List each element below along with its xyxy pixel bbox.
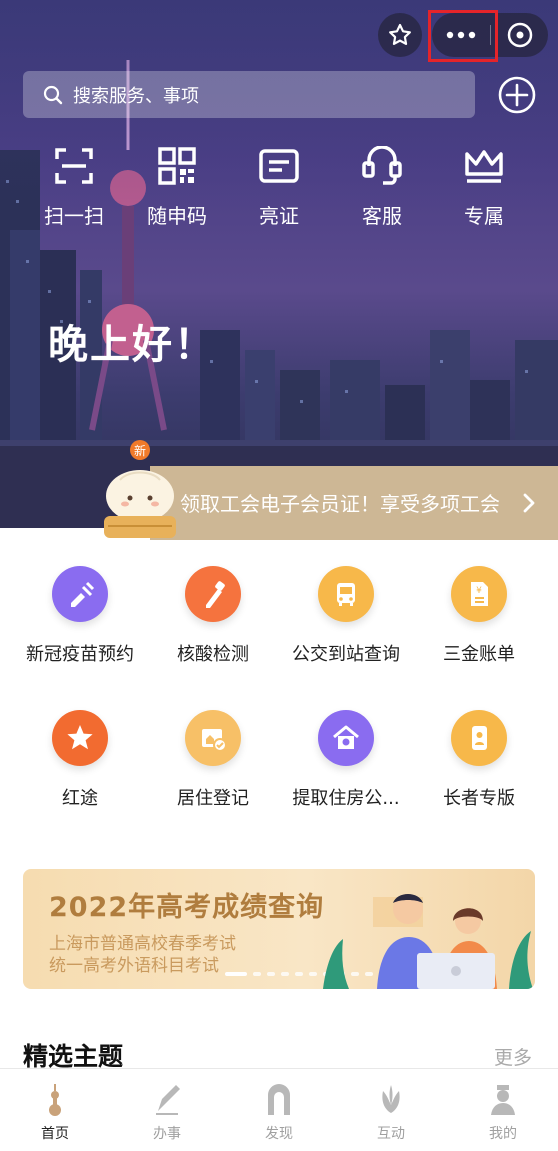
promo-title: 2022年高考成绩查询 (49, 892, 325, 923)
tab-home[interactable]: 首页 (15, 1083, 95, 1143)
quick-action-label: 亮证 (259, 204, 299, 228)
more-link[interactable]: 更多 (494, 1043, 532, 1070)
search-icon (43, 85, 63, 104)
headset-icon (362, 146, 402, 185)
tab-interaction[interactable]: 互动 (351, 1083, 431, 1143)
tab-discover[interactable]: 发现 (239, 1083, 319, 1143)
tab-label: 我的 (489, 1126, 517, 1142)
service-covid-vaccine[interactable]: 新冠疫苗预约 (10, 560, 150, 680)
service-label: 居住登记 (177, 788, 249, 809)
service-label: 核酸检测 (177, 644, 249, 665)
capsule-menu (432, 13, 548, 57)
mini-program-top-actions (378, 13, 548, 57)
elder-phone-icon (451, 710, 507, 766)
quick-action-label: 客服 (362, 204, 402, 228)
house-fund-icon (318, 710, 374, 766)
close-circle-icon (507, 22, 532, 48)
quick-action-service[interactable]: 客服 (331, 146, 433, 238)
quick-action-label: 随申码 (147, 204, 207, 228)
card-icon (259, 149, 299, 183)
tab-label: 办事 (153, 1126, 181, 1142)
add-circle-icon[interactable] (497, 75, 537, 115)
quick-actions: 扫一扫 随申码 亮证 客服 专属 (0, 146, 558, 238)
service-residence-registration[interactable]: 居住登记 (143, 704, 283, 824)
quick-action-exclusive[interactable]: 专属 (433, 146, 535, 238)
crown-icon (465, 150, 503, 183)
svg-text:¥: ¥ (476, 586, 482, 596)
qr-code-icon (158, 147, 196, 185)
new-badge: 新 (134, 443, 146, 458)
search-input[interactable]: 搜索服务、事项 (23, 71, 475, 118)
service-elder-edition[interactable]: 长者专版 (409, 704, 549, 824)
service-red-route[interactable]: 红途 (10, 704, 150, 824)
scan-icon (55, 148, 93, 184)
star-icon (389, 23, 411, 45)
discover-arch-icon (268, 1084, 290, 1115)
quick-action-scan[interactable]: 扫一扫 (23, 146, 125, 238)
bottom-tab-bar: 首页 办事 发现 互动 我的 (0, 1068, 558, 1151)
tab-label: 首页 (41, 1126, 69, 1142)
service-label: 公交到站查询 (292, 644, 400, 665)
service-nucleic-test[interactable]: 核酸检测 (143, 560, 283, 680)
service-label: 红途 (62, 788, 98, 809)
profile-icon (491, 1085, 515, 1115)
residence-icon (185, 710, 241, 766)
promo-line-2: 统一高考外语科目考试 (49, 956, 219, 976)
tab-services[interactable]: 办事 (127, 1083, 207, 1143)
test-tube-icon (185, 566, 241, 622)
tab-label: 互动 (377, 1126, 405, 1142)
pen-icon (156, 1085, 180, 1115)
quick-action-show-card[interactable]: 亮证 (228, 146, 330, 238)
students-illustration (323, 894, 533, 989)
banner-text: 领取工会电子会员证！享受多项工会 (180, 492, 500, 516)
home-tower-icon (49, 1084, 61, 1116)
service-label: 三金账单 (443, 644, 515, 665)
magnolia-icon (382, 1085, 400, 1113)
quick-action-qr[interactable]: 随申码 (126, 146, 228, 238)
gaokao-promo-banner[interactable]: 2022年高考成绩查询 上海市普通高校春季考试 统一高考外语科目考试 (23, 869, 535, 989)
bun-mascot-icon: 新 (104, 440, 176, 538)
tab-profile[interactable]: 我的 (463, 1083, 543, 1143)
service-housing-fund[interactable]: 提取住房公... (276, 704, 416, 824)
service-grid: 新冠疫苗预约 核酸检测 公交到站查询 ¥ 三金账单 红途 居住登记 提取住房公.… (0, 560, 558, 820)
service-label: 提取住房公... (292, 788, 400, 809)
service-label: 长者专版 (443, 788, 515, 809)
service-label: 新冠疫苗预约 (26, 644, 134, 665)
red-star-icon (52, 710, 108, 766)
favorite-button[interactable] (378, 13, 422, 57)
service-three-funds-bill[interactable]: ¥ 三金账单 (409, 560, 549, 680)
union-membership-banner[interactable]: 领取工会电子会员证！享受多项工会 (150, 466, 558, 540)
bill-icon: ¥ (451, 566, 507, 622)
search-placeholder: 搜索服务、事项 (73, 85, 199, 107)
bus-icon (318, 566, 374, 622)
more-options-button[interactable] (432, 13, 490, 57)
tab-label: 发现 (265, 1126, 293, 1142)
greeting-text: 晚上好！ (48, 322, 216, 368)
service-bus-arrival[interactable]: 公交到站查询 (276, 560, 416, 680)
close-mini-program-button[interactable] (491, 13, 548, 57)
more-dots-icon (446, 31, 476, 39)
quick-action-label: 专属 (464, 204, 504, 228)
chevron-right-icon (523, 493, 535, 513)
syringe-icon (52, 566, 108, 622)
quick-action-label: 扫一扫 (44, 204, 104, 228)
